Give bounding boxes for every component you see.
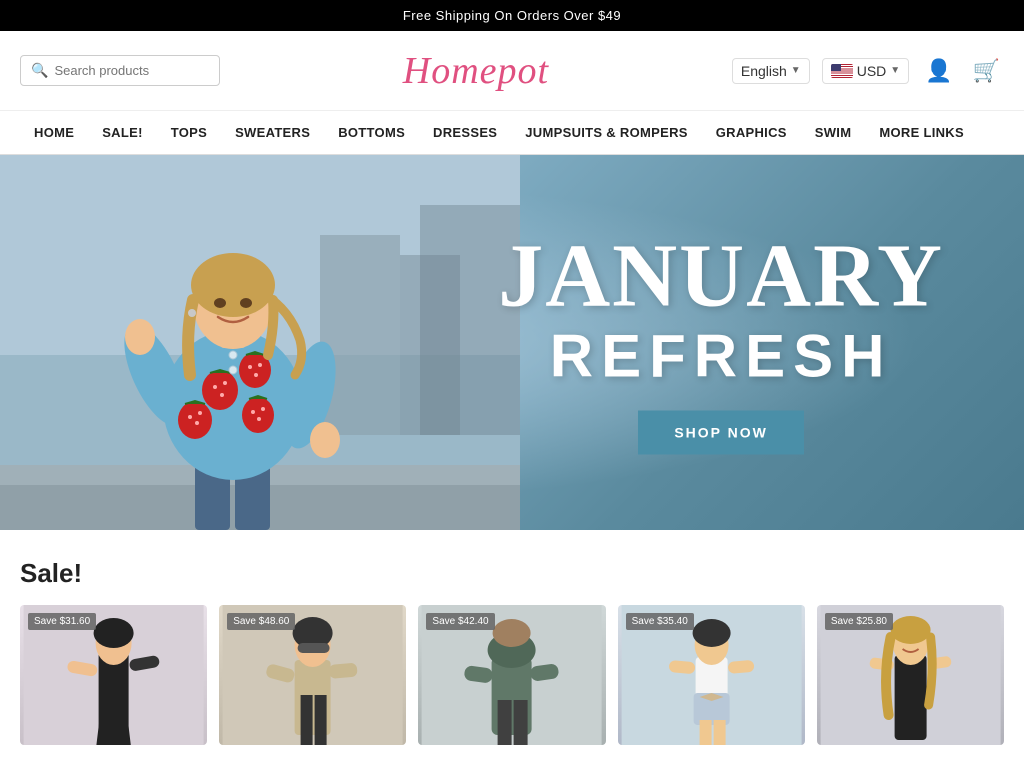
hero-model-image bbox=[0, 155, 520, 530]
products-grid: Save $31.60 Save $48.60 bbox=[0, 605, 1024, 765]
save-badge-1: Save $31.60 bbox=[28, 613, 96, 630]
hero-shop-now-button[interactable]: SHOP NOW bbox=[638, 410, 804, 454]
hero-title-refresh: REFRESH bbox=[498, 321, 944, 390]
search-icon: 🔍 bbox=[31, 62, 48, 79]
language-selector[interactable]: English ▼ bbox=[732, 58, 810, 84]
search-bar[interactable]: 🔍 bbox=[20, 55, 220, 86]
product-image-1: Save $31.60 bbox=[20, 605, 207, 745]
site-header: 🔍 Homepot English ▼ USD ▼ 👤 🛒 bbox=[0, 31, 1024, 111]
nav-item-dresses[interactable]: DRESSES bbox=[419, 113, 511, 152]
product-card-3[interactable]: Save $42.40 bbox=[418, 605, 605, 745]
currency-label: USD bbox=[857, 63, 887, 79]
product-card-5[interactable]: Save $25.80 bbox=[817, 605, 1004, 745]
nav-item-sale[interactable]: SALE! bbox=[88, 113, 157, 152]
nav-item-bottoms[interactable]: BOTTOMS bbox=[324, 113, 419, 152]
main-nav: HOME SALE! TOPS SWEATERS BOTTOMS DRESSES… bbox=[0, 111, 1024, 155]
cart-icon: 🛒 bbox=[973, 58, 1000, 84]
cart-button[interactable]: 🛒 bbox=[969, 54, 1004, 88]
product-image-2: Save $48.60 bbox=[219, 605, 406, 745]
promo-banner: Free Shipping On Orders Over $49 bbox=[0, 0, 1024, 31]
product-image-3: Save $42.40 bbox=[418, 605, 605, 745]
product-card-2[interactable]: Save $48.60 bbox=[219, 605, 406, 745]
save-badge-3: Save $42.40 bbox=[426, 613, 494, 630]
search-input[interactable] bbox=[54, 63, 209, 78]
hero-content: JANUARY REFRESH SHOP NOW bbox=[498, 231, 944, 454]
account-button[interactable]: 👤 bbox=[921, 54, 956, 88]
save-badge-4: Save $35.40 bbox=[626, 613, 694, 630]
site-logo[interactable]: Homepot bbox=[403, 49, 549, 93]
header-controls: English ▼ USD ▼ 👤 🛒 bbox=[732, 54, 1004, 88]
sale-section-title: Sale! bbox=[0, 530, 1024, 605]
nav-item-more[interactable]: MORE LINKS bbox=[865, 113, 978, 152]
currency-selector[interactable]: USD ▼ bbox=[822, 58, 909, 84]
product-image-5: Save $25.80 bbox=[817, 605, 1004, 745]
nav-item-jumpsuits[interactable]: JUMPSUITS & ROMPERS bbox=[511, 113, 701, 152]
nav-item-home[interactable]: HOME bbox=[20, 113, 88, 152]
save-badge-2: Save $48.60 bbox=[227, 613, 295, 630]
promo-text: Free Shipping On Orders Over $49 bbox=[403, 8, 621, 23]
product-card-4[interactable]: Save $35.40 bbox=[618, 605, 805, 745]
product-image-4: Save $35.40 bbox=[618, 605, 805, 745]
language-label: English bbox=[741, 63, 787, 79]
save-badge-5: Save $25.80 bbox=[825, 613, 893, 630]
hero-banner: JANUARY REFRESH SHOP NOW bbox=[0, 155, 1024, 530]
hero-title-january: JANUARY bbox=[498, 231, 944, 321]
product-card-1[interactable]: Save $31.60 bbox=[20, 605, 207, 745]
hero-model-svg bbox=[0, 155, 520, 530]
nav-item-graphics[interactable]: GRAPHICS bbox=[702, 113, 801, 152]
nav-item-tops[interactable]: TOPS bbox=[157, 113, 221, 152]
currency-chevron-icon: ▼ bbox=[890, 65, 900, 76]
sale-section: Sale! Save $31.60 bbox=[0, 530, 1024, 765]
us-flag-icon bbox=[831, 64, 853, 78]
language-chevron-icon: ▼ bbox=[791, 65, 801, 76]
nav-item-swim[interactable]: SWIM bbox=[801, 113, 866, 152]
nav-item-sweaters[interactable]: SWEATERS bbox=[221, 113, 324, 152]
account-icon: 👤 bbox=[925, 58, 952, 84]
